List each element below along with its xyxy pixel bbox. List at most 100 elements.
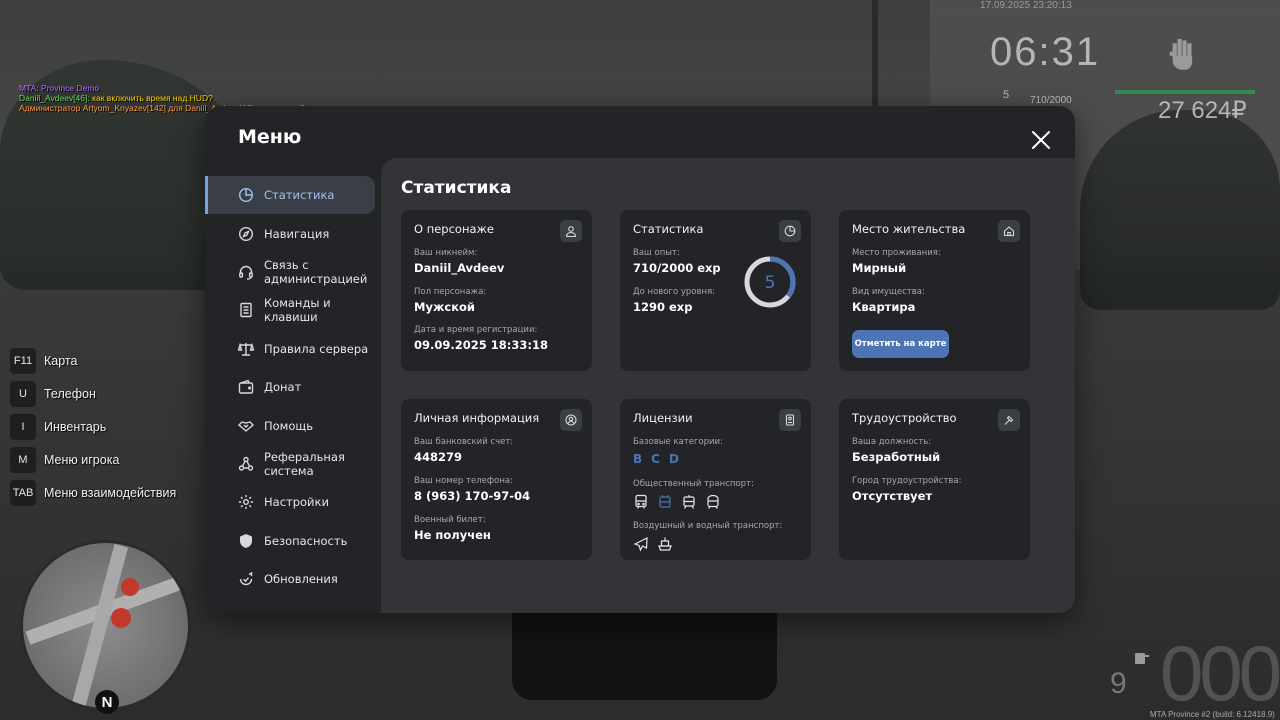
ship-icon bbox=[658, 537, 672, 551]
handshake-icon bbox=[237, 418, 255, 434]
level-value: 5 bbox=[765, 273, 776, 293]
license-category: D bbox=[668, 452, 679, 466]
tram-icon bbox=[683, 495, 695, 509]
license-category: B bbox=[633, 452, 643, 466]
sidebar-item-referral[interactable]: Реферальная система bbox=[205, 445, 381, 483]
license-icon bbox=[779, 409, 801, 431]
field-gender: Пол персонажа: Мужской bbox=[414, 287, 486, 314]
field-label: Базовые категории: bbox=[633, 437, 723, 447]
trolleybus-icon bbox=[659, 494, 671, 508]
field-label: Военный билет: bbox=[414, 515, 486, 525]
hotkey-key: U bbox=[10, 381, 36, 408]
field-label: Вид имущества: bbox=[852, 287, 925, 297]
hotkey-label: Инвентарь bbox=[44, 419, 107, 434]
mark-on-map-button[interactable]: Отметить на карте bbox=[852, 330, 949, 358]
field-phone: Ваш номер телефона: 8 (963) 170-97-04 bbox=[414, 476, 530, 503]
document-icon bbox=[238, 302, 254, 318]
field-air-water-transport: Воздушный и водный транспорт: bbox=[633, 521, 782, 552]
field-label: Город трудоустройства: bbox=[852, 476, 962, 486]
hotkey-label: Меню взаимодействия bbox=[44, 485, 177, 500]
hotkey-key: F11 bbox=[10, 348, 36, 375]
sidebar-item-label: Помощь bbox=[264, 418, 314, 433]
sidebar-item-label: Статистика bbox=[264, 188, 335, 203]
field-value: Не получен bbox=[414, 528, 491, 542]
field-label: Воздушный и водный транспорт: bbox=[633, 521, 783, 531]
sidebar-item-label: Настройки bbox=[264, 495, 329, 510]
card-personal-info: Личная информация Ваш банковский счет: 44… bbox=[401, 399, 592, 560]
hud-money: 27 624₽ bbox=[1158, 97, 1247, 124]
field-property-type: Вид имущества: Квартира bbox=[852, 287, 925, 314]
speedometer: 000 bbox=[1160, 629, 1280, 717]
sidebar-item-statistics[interactable]: Статистика bbox=[205, 176, 375, 215]
license-category: C bbox=[651, 452, 660, 466]
compass-icon bbox=[238, 226, 254, 242]
card-title: Место жительства bbox=[852, 222, 966, 236]
sidebar-item-admin-contact[interactable]: Связь с администрацией bbox=[205, 253, 381, 291]
sidebar-item-updates[interactable]: Обновления bbox=[205, 560, 381, 598]
field-label: Пол персонажа: bbox=[414, 287, 487, 297]
field-label: Ваш номер телефона: bbox=[414, 476, 513, 486]
hud-date: 17.09.2025 23:20:13 bbox=[980, 0, 1072, 11]
field-value: Мирный bbox=[852, 261, 907, 275]
chat-nick: Daniil_Avdeev[46]: bbox=[19, 93, 90, 103]
card-title: Личная информация bbox=[414, 411, 540, 425]
sidebar-item-navigation[interactable]: Навигация bbox=[205, 214, 381, 252]
card-character: О персонаже Ваш никнейм: Daniil_Avdeev По… bbox=[401, 210, 592, 371]
field-value: 8 (963) 170-97-04 bbox=[414, 489, 531, 503]
field-value: Daniil_Avdeev bbox=[414, 261, 505, 275]
sidebar: Статистика Навигация Связь с администрац… bbox=[205, 176, 381, 598]
level-progress-ring: 5 bbox=[744, 256, 796, 308]
gear-indicator: 9 bbox=[1110, 667, 1127, 700]
card-residence: Место жительства Место проживания: Мирный… bbox=[839, 210, 1030, 371]
hammer-icon bbox=[998, 409, 1020, 431]
hotkey-item: U Телефон bbox=[10, 378, 176, 411]
field-value: 710/2000 exp bbox=[633, 261, 721, 275]
hotkey-key: TAB bbox=[10, 479, 36, 506]
network-icon bbox=[238, 456, 254, 472]
hud-time: 06:31 bbox=[990, 30, 1101, 74]
sidebar-item-settings[interactable]: Настройки bbox=[205, 483, 381, 521]
field-position: Ваша должность: Безработный bbox=[852, 437, 940, 464]
hud-exp: 710/2000 bbox=[1030, 95, 1072, 106]
card-statistics: Статистика Ваш опыт: 710/2000 exp До ново… bbox=[620, 210, 811, 371]
headset-icon bbox=[238, 264, 254, 280]
hotkey-label: Карта bbox=[44, 354, 78, 369]
close-icon bbox=[1032, 131, 1050, 149]
field-nickname: Ваш никнейм: Daniil_Avdeev bbox=[414, 248, 504, 275]
sidebar-item-label: Реферальная система bbox=[264, 449, 345, 478]
field-label: Ваша должность: bbox=[852, 437, 932, 447]
field-label: Место проживания: bbox=[852, 248, 941, 258]
field-job-city: Город трудоустройства: Отсутствует bbox=[852, 476, 962, 503]
license-category-list: B C D bbox=[633, 452, 723, 466]
sidebar-item-donate[interactable]: Донат bbox=[205, 368, 381, 406]
chat-text: как включить время над HUD? bbox=[89, 93, 213, 103]
wallet-icon bbox=[238, 379, 254, 395]
sidebar-item-commands[interactable]: Команды и клавиши bbox=[205, 291, 381, 329]
close-button[interactable] bbox=[1031, 130, 1051, 150]
field-residence-place: Место проживания: Мирный bbox=[852, 248, 941, 275]
sidebar-item-label: Правила сервера bbox=[264, 341, 369, 356]
player-car bbox=[512, 600, 777, 700]
hotkey-item: M Меню игрока bbox=[10, 443, 176, 476]
chat-line: MTA: Province Demo bbox=[19, 83, 100, 93]
gear-icon bbox=[238, 494, 254, 510]
public-transport-icons bbox=[633, 494, 754, 510]
card-title: Статистика bbox=[633, 222, 704, 236]
hotkey-item: TAB Меню взаимодействия bbox=[10, 476, 176, 509]
field-value: Отсутствует bbox=[852, 489, 933, 503]
field-label: Ваш опыт: bbox=[633, 248, 680, 258]
field-label: Ваш никнейм: bbox=[414, 248, 478, 258]
hud-level: 5 bbox=[1003, 89, 1010, 101]
sidebar-item-security[interactable]: Безопасность bbox=[205, 522, 381, 560]
field-public-transport: Общественный транспорт: bbox=[633, 479, 754, 510]
sidebar-item-help[interactable]: Помощь bbox=[205, 406, 381, 444]
subway-icon bbox=[707, 494, 719, 509]
content-title: Статистика bbox=[401, 178, 512, 198]
north-indicator: N bbox=[95, 690, 119, 714]
chat-line: Daniil_Avdeev[46]: как включить время на… bbox=[19, 93, 313, 103]
field-exp: Ваш опыт: 710/2000 exp bbox=[633, 248, 721, 275]
sidebar-item-label: Команды и клавиши bbox=[264, 296, 331, 325]
hotkey-key: I bbox=[10, 413, 36, 440]
sidebar-item-rules[interactable]: Правила сервера bbox=[205, 330, 381, 368]
trees-right bbox=[1080, 110, 1280, 310]
